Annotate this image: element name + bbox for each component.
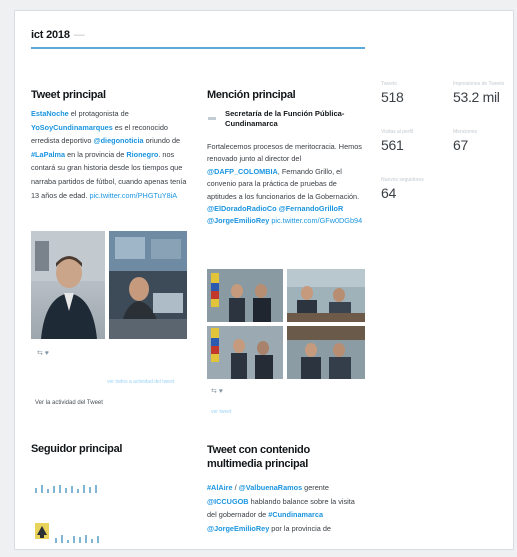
tweet-mention[interactable]: @JorgeEmilioRey	[207, 524, 269, 533]
top-media-card: Tweet con contenido multimedia principal…	[207, 443, 365, 535]
top-media-text: #AlAire / @ValbuenaRamos gerente @ICCUGO…	[207, 481, 365, 535]
tweet-mention[interactable]: #LaPalma	[31, 150, 65, 159]
top-tweet-title-text: Tweet principal	[31, 89, 106, 101]
top-mention-photos[interactable]	[207, 269, 365, 379]
tweet-mention[interactable]: #Cundinamarca	[268, 510, 323, 519]
photo-meeting-2-graphic	[287, 269, 365, 322]
tweet-text-segment: oriundo de	[143, 136, 181, 146]
top-tweet-actions[interactable]: ⇆ ♥	[37, 349, 49, 357]
tweet-mention[interactable]: YoSoyCundinamarques	[31, 123, 113, 132]
tweet-link[interactable]: pic.twitter.com/GFw0DGb94	[271, 216, 362, 225]
top-tweet-text: EstaNoche el protagonista de YoSoyCundin…	[31, 107, 189, 202]
photo-meeting-3[interactable]	[207, 326, 283, 379]
mention-author-name: Secretaría de la Función Pública-Cundina…	[225, 109, 345, 128]
top-media-title: Tweet con contenido multimedia principal	[207, 443, 365, 473]
analytics-page: ict 2018— Tweet principal EstaNoche el p…	[14, 10, 514, 550]
top-mention-text: Fortalecemos procesos de meritocracia. H…	[207, 141, 365, 228]
photo-meeting-1-graphic	[207, 269, 283, 322]
mention-author[interactable]: Secretaría de la Función Pública-Cundina…	[207, 109, 365, 129]
stat-new-followers: Nuevos seguidores 64	[381, 177, 424, 201]
tweet-mention[interactable]: @DAFP_COLOMBIA	[207, 167, 278, 176]
top-media-title-text: Tweet con contenido multimedia principal	[207, 444, 310, 470]
stat-mentions-value: 67	[453, 137, 468, 153]
stat-tweets-value: 518	[381, 89, 404, 105]
stat-profile-visits-label: Visitas al perfil	[381, 129, 414, 135]
stat-impressions-value: 53.2 mil	[453, 89, 500, 105]
tweet-mention[interactable]: #AlAire	[207, 483, 233, 492]
tweet-text-segment: en la provincia de	[65, 149, 127, 159]
photo-man-portrait-graphic	[31, 231, 105, 339]
top-follower-title: Seguidor principal	[31, 443, 126, 455]
tweet-text-segment: por la provincia de	[269, 523, 331, 533]
photo-meeting-4[interactable]	[287, 326, 365, 379]
tweet-mention[interactable]: @JorgeEmilioRey	[207, 216, 269, 225]
follower-avatar[interactable]	[35, 523, 49, 539]
top-mention-see-all[interactable]: ver tweet	[211, 409, 231, 415]
tweet-mention[interactable]: @ICCUGOB	[207, 497, 249, 506]
tweet-mention[interactable]: @FernandoGrilloR	[279, 204, 344, 213]
month-title-text: ict 2018	[31, 29, 70, 41]
top-tweet-title: Tweet principal	[31, 89, 189, 101]
photo-meeting-3-graphic	[207, 326, 283, 379]
stat-tweets-label: Tweets	[381, 81, 397, 87]
tweet-mention[interactable]: @ElDoradoRadioCo	[207, 204, 277, 213]
month-header: ict 2018—	[31, 29, 365, 49]
photo-radio-studio[interactable]	[109, 231, 187, 339]
top-follower-title-text: Seguidor principal	[31, 443, 123, 455]
top-mention-actions[interactable]: ⇆ ♥	[211, 387, 223, 395]
header-rule	[31, 47, 365, 49]
month-title-faint: —	[73, 29, 85, 41]
tweet-mention[interactable]: @diegonoticia	[93, 136, 143, 145]
photo-radio-studio-graphic	[109, 231, 187, 339]
follower-stats-row-1	[35, 485, 97, 493]
tweet-text-segment: gerente	[302, 483, 329, 492]
tweet-text-segment: Fortalecemos procesos de meritocracia. H…	[207, 142, 362, 164]
tweet-text-segment: el protagonista de	[68, 109, 129, 118]
author-avatar-icon	[208, 117, 216, 120]
tweet-mention[interactable]: @ValbuenaRamos	[239, 483, 302, 492]
stat-new-followers-value: 64	[381, 185, 396, 201]
stat-impressions: Impresiones de Tweets 53.2 mil	[453, 81, 504, 105]
top-tweet-card: Tweet principal EstaNoche el protagonist…	[31, 89, 189, 202]
stat-mentions: Menciones 67	[453, 129, 477, 153]
top-tweet-activity-link[interactable]: Ver la actividad del Tweet	[35, 400, 103, 406]
photo-meeting-1[interactable]	[207, 269, 283, 322]
stat-profile-visits-value: 561	[381, 137, 404, 153]
photo-meeting-2[interactable]	[287, 269, 365, 322]
top-mention-title-text: Mención principal	[207, 89, 296, 101]
top-mention-card: Mención principal Secretaría de la Funci…	[207, 89, 365, 228]
stat-profile-visits: Visitas al perfil 561	[381, 129, 413, 153]
stat-impressions-label: Impresiones de Tweets	[453, 81, 505, 87]
top-mention-title: Mención principal	[207, 89, 365, 101]
follower-avatar-graphic	[35, 523, 49, 539]
photo-meeting-4-graphic	[287, 326, 365, 379]
tweet-link[interactable]: pic.twitter.com/PHGTuY8iA	[89, 191, 177, 200]
tweet-mention[interactable]: Rionegro	[126, 150, 158, 159]
photo-man-portrait[interactable]	[31, 231, 105, 339]
follower-stats-row-2	[55, 535, 99, 543]
top-tweet-see-all[interactable]: ver todos a actividad del tweet	[107, 379, 174, 385]
month-title: ict 2018—	[31, 29, 365, 41]
top-tweet-photos[interactable]	[31, 231, 187, 339]
stat-tweets: Tweets 518	[381, 81, 404, 105]
tweet-mention[interactable]: EstaNoche	[31, 109, 69, 118]
stat-new-followers-label: Nuevos seguidores	[381, 177, 424, 183]
stat-mentions-label: Menciones	[453, 129, 478, 135]
